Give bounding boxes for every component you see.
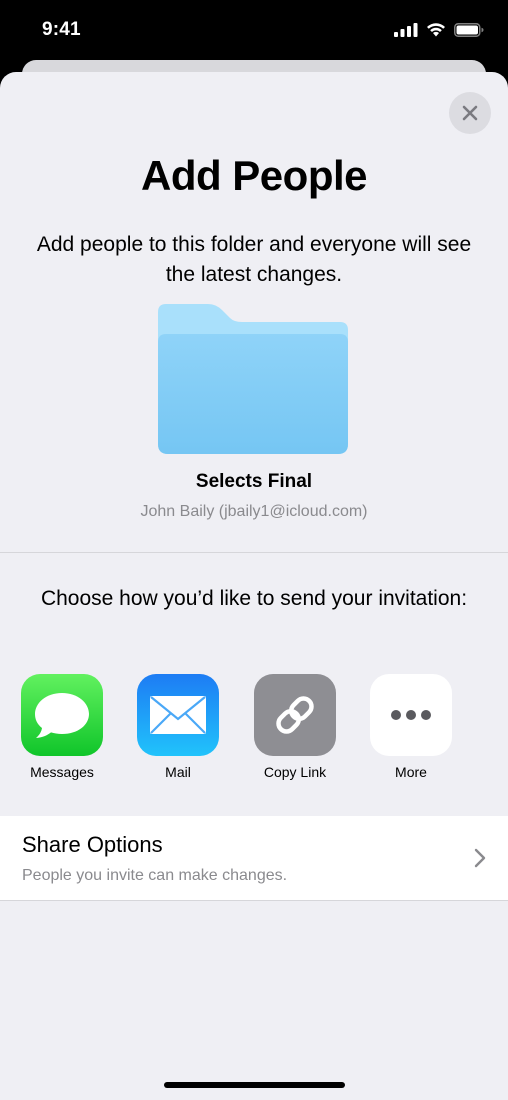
battery-icon bbox=[454, 22, 484, 37]
folder-owner: John Baily (jbaily1@icloud.com) bbox=[140, 503, 368, 520]
messages-button[interactable]: Messages bbox=[12, 674, 112, 780]
link-icon bbox=[254, 674, 336, 756]
divider bbox=[0, 900, 508, 901]
share-options-subtitle: People you invite can make changes. bbox=[22, 867, 288, 884]
more-label: More bbox=[395, 764, 427, 780]
status-icons bbox=[394, 22, 484, 37]
mail-label: Mail bbox=[165, 764, 191, 780]
more-button[interactable]: More bbox=[361, 674, 461, 780]
page-title: Add People bbox=[140, 152, 368, 199]
divider bbox=[0, 552, 508, 553]
choose-method-label: Choose how you’d like to send your invit… bbox=[40, 587, 468, 610]
close-button[interactable] bbox=[449, 92, 491, 134]
share-options-title: Share Options bbox=[22, 832, 163, 857]
folder-icon bbox=[158, 304, 348, 454]
wifi-icon bbox=[427, 23, 445, 37]
mail-button[interactable]: Mail bbox=[128, 674, 228, 780]
add-people-sheet: Add People Add people to this folder and… bbox=[0, 72, 508, 1100]
copy-link-button[interactable]: Copy Link bbox=[245, 674, 345, 780]
copy-link-label: Copy Link bbox=[263, 764, 327, 780]
more-icon bbox=[370, 674, 452, 756]
home-indicator[interactable] bbox=[164, 1082, 345, 1088]
status-time: 9:41 bbox=[42, 19, 81, 40]
folder-name: Selects Final bbox=[195, 471, 313, 492]
page-subtitle: Add people to this folder and everyone w… bbox=[36, 233, 472, 286]
chevron-right-icon bbox=[474, 848, 486, 868]
messages-label: Messages bbox=[30, 764, 94, 780]
close-icon bbox=[462, 105, 478, 121]
status-bar: 9:41 bbox=[0, 0, 508, 62]
mail-icon bbox=[137, 674, 219, 756]
share-options-row[interactable]: Share Options People you invite can make… bbox=[0, 816, 508, 900]
cellular-signal-icon bbox=[394, 22, 418, 37]
messages-icon bbox=[21, 674, 103, 756]
